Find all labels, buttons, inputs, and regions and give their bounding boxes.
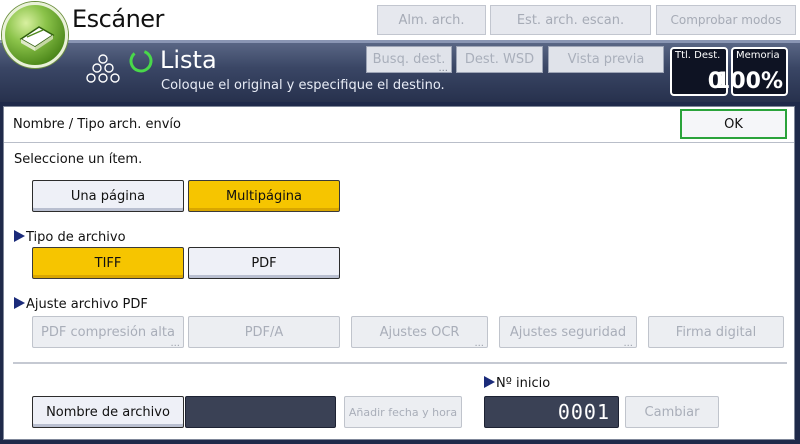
search-destination-label: Busq. dest.: [372, 52, 446, 67]
file-name-button[interactable]: Nombre de archivo: [32, 396, 184, 428]
ocr-settings-button[interactable]: Ajustes OCR...: [351, 316, 488, 349]
multi-page-button[interactable]: Multipágina: [188, 180, 340, 212]
file-type-label: Tipo de archivo: [26, 230, 126, 245]
start-number-display: 0001: [484, 396, 619, 428]
status-message: Coloque el original y especifique el des…: [161, 78, 445, 93]
preview-button[interactable]: Vista previa: [548, 46, 664, 73]
start-number-label: Nº inicio: [496, 376, 551, 391]
wsd-destination-button[interactable]: Dest. WSD: [456, 46, 543, 73]
memory-label: Memoria: [736, 50, 780, 61]
status-title: Lista: [160, 46, 217, 74]
single-page-button[interactable]: Una página: [32, 180, 184, 212]
security-settings-label: Ajustes seguridad: [509, 324, 627, 340]
pdf-settings-label: Ajuste archivo PDF: [26, 297, 148, 312]
group-icon: [86, 50, 120, 90]
section-divider: [13, 362, 787, 364]
section-triangle-icon: [484, 376, 495, 388]
scan-file-status-button[interactable]: Est. arch. escan.: [490, 5, 651, 35]
ok-button[interactable]: OK: [680, 109, 787, 139]
stored-files-button[interactable]: Alm. arch.: [377, 5, 486, 35]
tiff-button[interactable]: TIFF: [32, 247, 184, 279]
pdf-button[interactable]: PDF: [188, 247, 340, 279]
section-triangle-icon: [14, 297, 25, 309]
app-title: Escáner: [72, 5, 164, 33]
pdf-high-compression-label: PDF compresión alta: [41, 324, 175, 340]
ocr-settings-label: Ajustes OCR: [379, 324, 460, 340]
pdf-high-compression-button[interactable]: PDF compresión alta...: [32, 316, 184, 349]
search-destination-button[interactable]: Busq. dest....: [366, 46, 452, 74]
security-settings-button[interactable]: Ajustes seguridad...: [499, 316, 637, 349]
add-date-time-button[interactable]: Añadir fecha y hora: [344, 396, 462, 428]
start-number-heading: Nº inicio: [484, 376, 550, 391]
pdfa-button[interactable]: PDF/A: [188, 316, 340, 348]
file-type-heading: Tipo de archivo: [14, 230, 126, 245]
pdf-settings-heading: Ajuste archivo PDF: [14, 297, 148, 312]
select-item-prompt: Seleccione un ítem.: [14, 152, 143, 167]
check-modes-button[interactable]: Comprobar modos: [656, 5, 796, 35]
panel-title: Nombre / Tipo arch. envío: [13, 117, 181, 132]
total-destinations-label: Ttl. Dest.: [675, 50, 721, 61]
digital-signature-button[interactable]: Firma digital: [648, 316, 784, 348]
ready-status-icon: [128, 48, 154, 74]
memory-value: 100%: [715, 69, 783, 94]
section-triangle-icon: [14, 230, 25, 242]
scanner-app-icon: [2, 2, 68, 68]
file-name-field[interactable]: [185, 396, 336, 428]
change-button[interactable]: Cambiar: [625, 396, 719, 428]
memory-indicator: Memoria 100%: [715, 47, 788, 96]
